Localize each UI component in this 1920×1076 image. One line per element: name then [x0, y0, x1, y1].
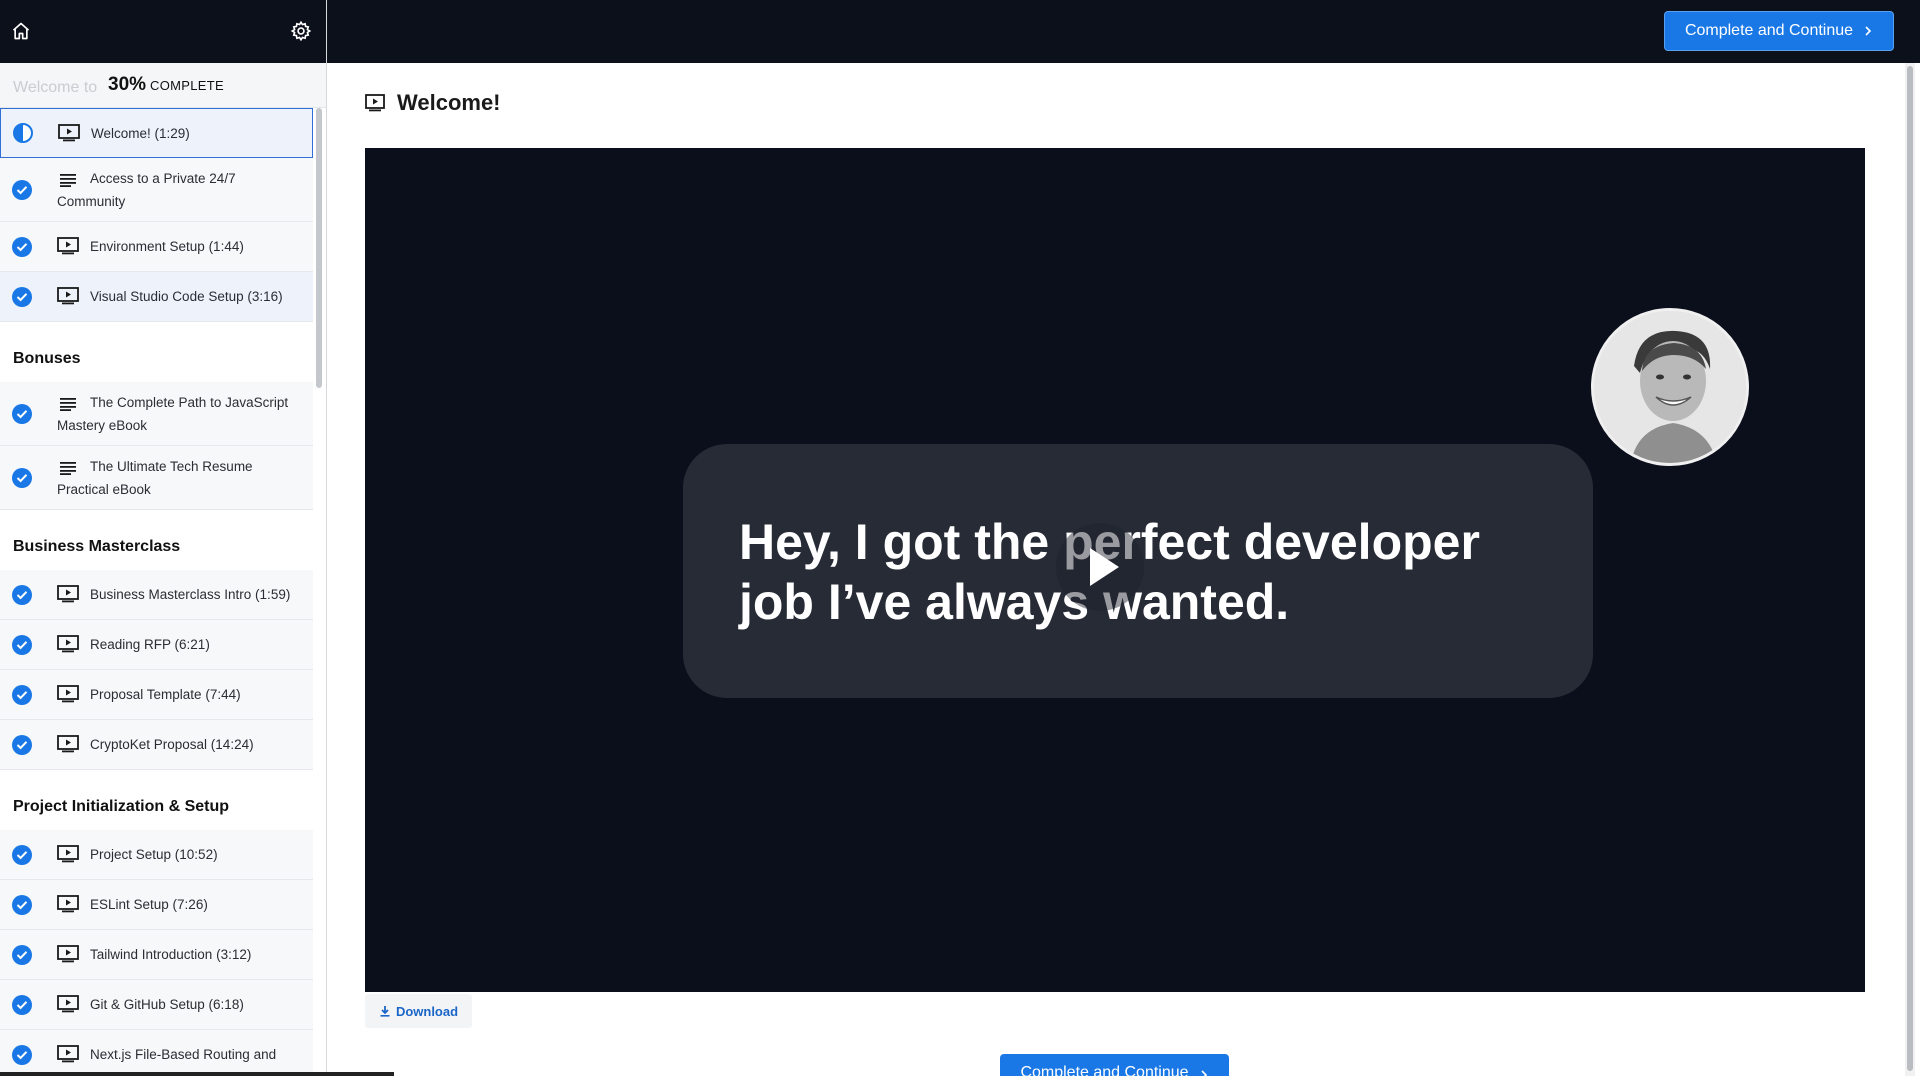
- gear-icon[interactable]: [288, 18, 314, 44]
- presenter-avatar: [1591, 308, 1749, 466]
- completed-check-icon: [12, 634, 32, 655]
- complete-button-label: Complete and Continue: [1684, 22, 1854, 39]
- section-ghost-title: Welcome to: [13, 79, 98, 96]
- lesson-title: Environment Setup (1:44): [90, 239, 244, 254]
- lesson-item-tailwind-introduction-3-12[interactable]: Tailwind Introduction (3:12): [0, 930, 313, 980]
- video-icon: [365, 94, 385, 112]
- lesson-item-business-masterclass-intro-1-59[interactable]: Business Masterclass Intro (1:59): [0, 570, 313, 620]
- lesson-item-the-complete-path-to-javascript-mastery-ebook[interactable]: The Complete Path to JavaScript Mastery …: [0, 382, 313, 446]
- lesson-item-environment-setup-1-44[interactable]: Environment Setup (1:44): [0, 222, 313, 272]
- lesson-item-visual-studio-code-setup-3-16[interactable]: Visual Studio Code Setup (3:16): [0, 272, 313, 322]
- download-label: Download: [395, 1003, 459, 1019]
- lesson-title: ESLint Setup (7:26): [90, 897, 208, 912]
- chevron-right-icon: [1865, 26, 1872, 36]
- lecture-title: Welcome!: [397, 90, 501, 115]
- completed-check-icon: [12, 467, 32, 488]
- section-title-project-initialization-setup: Project Initialization & Setup: [0, 770, 313, 830]
- lesson-item-project-setup-10-52[interactable]: Project Setup (10:52): [0, 830, 313, 880]
- lesson-title: Project Setup (10:52): [90, 847, 218, 862]
- video-player[interactable]: Hey, I got the perfect developer job I’v…: [365, 148, 1865, 992]
- lesson-list: Welcome! (1:29) Access to a Private 24/7 …: [0, 108, 313, 1076]
- lesson-item-proposal-template-7-44[interactable]: Proposal Template (7:44): [0, 670, 313, 720]
- chevron-right-icon: [1200, 1070, 1207, 1076]
- lecture-heading: Welcome!: [365, 90, 501, 116]
- complete-button-bottom-label: Complete and Continue: [1020, 1064, 1189, 1076]
- play-icon[interactable]: [1055, 522, 1145, 612]
- sidebar-top-bar: [0, 0, 326, 63]
- complete-and-continue-button[interactable]: Complete and Continue: [1664, 11, 1894, 51]
- completed-check-icon: [12, 236, 32, 257]
- section-title-bonuses: Bonuses: [0, 322, 313, 382]
- completed-check-icon: [12, 286, 32, 307]
- lesson-title: Tailwind Introduction (3:12): [90, 947, 252, 962]
- download-icon: [380, 1006, 390, 1017]
- progress-summary: 30% COMPLETE: [108, 74, 228, 96]
- lesson-title: Git & GitHub Setup (6:18): [90, 997, 244, 1012]
- page-scrollbar[interactable]: [1907, 66, 1913, 1071]
- lesson-title: Business Masterclass Intro (1:59): [90, 587, 291, 602]
- in-progress-icon: [13, 123, 33, 143]
- lesson-title: Proposal Template (7:44): [90, 687, 241, 702]
- lesson-title: CryptoKet Proposal (14:24): [90, 737, 254, 752]
- completed-check-icon: [12, 734, 32, 755]
- home-icon[interactable]: [8, 18, 34, 44]
- completed-check-icon: [12, 844, 32, 865]
- lesson-title: Reading RFP (6:21): [90, 637, 210, 652]
- lesson-item-next-js-file-based-routing-and[interactable]: Next.js File-Based Routing and: [0, 1030, 313, 1076]
- completed-check-icon: [12, 684, 32, 705]
- completed-check-icon: [12, 403, 32, 424]
- lesson-item-git-github-setup-6-18[interactable]: Git & GitHub Setup (6:18): [0, 980, 313, 1030]
- progress-label: COMPLETE: [150, 78, 224, 93]
- complete-and-continue-button-bottom[interactable]: Complete and Continue: [1000, 1054, 1229, 1076]
- lesson-item-the-ultimate-tech-resume-practical-ebook[interactable]: The Ultimate Tech Resume Practical eBook: [0, 446, 313, 510]
- completed-check-icon: [12, 179, 32, 200]
- page-load-progress: [0, 1072, 394, 1076]
- lesson-item-welcome-1-29[interactable]: Welcome! (1:29): [0, 108, 313, 158]
- progress-percent: 30%: [108, 74, 147, 95]
- sidebar-scrollbar[interactable]: [316, 108, 322, 388]
- lesson-item-access-to-a-private-24-7-community[interactable]: Access to a Private 24/7 Community: [0, 158, 313, 222]
- completed-check-icon: [12, 584, 32, 605]
- completed-check-icon: [12, 994, 32, 1015]
- lesson-item-reading-rfp-6-21[interactable]: Reading RFP (6:21): [0, 620, 313, 670]
- section-title-business-masterclass: Business Masterclass: [0, 510, 313, 570]
- lesson-item-cryptoket-proposal-14-24[interactable]: CryptoKet Proposal (14:24): [0, 720, 313, 770]
- lesson-title: Visual Studio Code Setup (3:16): [90, 289, 283, 304]
- course-sidebar: Welcome to 30% COMPLETE Welcome! (1:29) A…: [0, 0, 327, 1076]
- lesson-title: Welcome! (1:29): [91, 126, 190, 141]
- download-button[interactable]: Download: [365, 994, 472, 1028]
- completed-check-icon: [12, 944, 32, 965]
- lesson-title: Access to a Private 24/7 Community: [57, 171, 236, 209]
- lesson-item-eslint-setup-7-26[interactable]: ESLint Setup (7:26): [0, 880, 313, 930]
- lesson-title: The Ultimate Tech Resume Practical eBook: [57, 459, 253, 497]
- video-caption-text: Hey, I got the perfect developer job I’v…: [739, 514, 1480, 630]
- completed-check-icon: [12, 1044, 32, 1065]
- course-progress: Welcome to 30% COMPLETE: [0, 63, 326, 108]
- lesson-title: The Complete Path to JavaScript Mastery …: [57, 395, 289, 433]
- lesson-title: Next.js File-Based Routing and: [90, 1047, 277, 1062]
- completed-check-icon: [12, 894, 32, 915]
